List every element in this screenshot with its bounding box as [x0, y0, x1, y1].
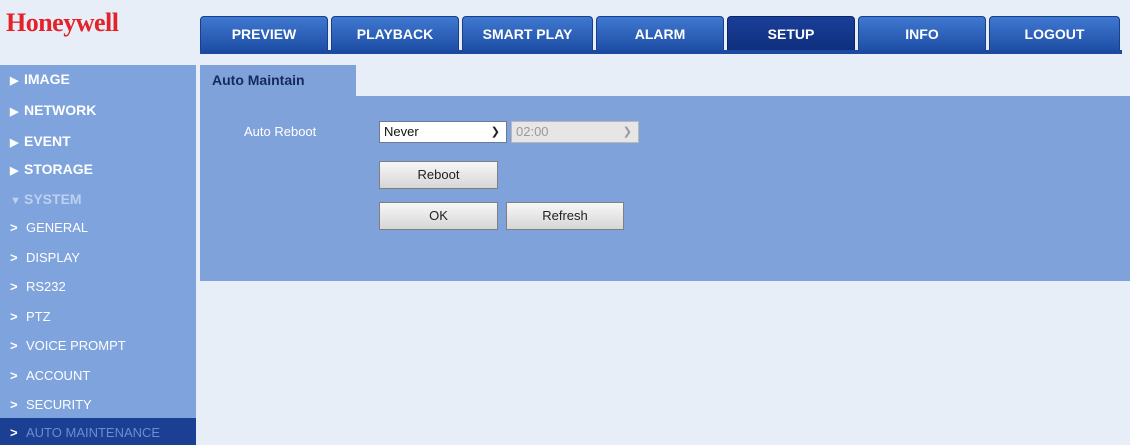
- sidebar-subitem-label: AUTO MAINTENANCE: [26, 425, 161, 440]
- sidebar-subitem-general[interactable]: > GENERAL: [10, 213, 88, 242]
- triangle-right-icon: ▶: [10, 75, 19, 87]
- sidebar-item-storage[interactable]: ▶ STORAGE: [10, 155, 93, 183]
- sidebar-item-image[interactable]: ▶ IMAGE: [10, 65, 70, 93]
- chevron-down-icon: ❯: [490, 126, 500, 138]
- tab-smart-play[interactable]: SMART PLAY: [462, 16, 593, 50]
- tab-alarm[interactable]: ALARM: [596, 16, 724, 50]
- sidebar-subitem-label: SECURITY: [26, 397, 92, 412]
- sidebar-item-label: EVENT: [24, 133, 71, 149]
- time-value: 02:00: [516, 124, 549, 139]
- sidebar-subitem-ptz[interactable]: > PTZ: [10, 302, 51, 331]
- sidebar-subitem-voice-prompt[interactable]: > VOICE PROMPT: [10, 331, 126, 360]
- chevron-right-icon: >: [10, 425, 18, 440]
- sidebar-item-network[interactable]: ▶ NETWORK: [10, 96, 96, 124]
- chevron-right-icon: >: [10, 220, 18, 235]
- triangle-down-icon: ▼: [10, 195, 21, 207]
- chevron-right-icon: >: [10, 368, 18, 383]
- top-bar: Honeywell PREVIEW PLAYBACK SMART PLAY AL…: [0, 0, 1130, 54]
- chevron-down-icon: ❯: [622, 126, 632, 138]
- sidebar-subitem-label: RS232: [26, 279, 66, 294]
- sidebar-item-label: NETWORK: [24, 102, 97, 118]
- auto-maintain-panel: Auto Reboot Never ❯ 02:00 ❯ Reboot OK Re…: [200, 96, 1130, 281]
- tab-logout[interactable]: LOGOUT: [989, 16, 1120, 50]
- sidebar-subitem-security[interactable]: > SECURITY: [10, 390, 92, 419]
- triangle-right-icon: ▶: [10, 137, 19, 149]
- tab-playback[interactable]: PLAYBACK: [331, 16, 459, 50]
- reboot-button[interactable]: Reboot: [379, 161, 498, 189]
- sidebar-item-label: SYSTEM: [24, 191, 82, 207]
- auto-reboot-frequency-select[interactable]: Never ❯: [379, 121, 507, 143]
- sidebar-subitem-account[interactable]: > ACCOUNT: [10, 361, 90, 390]
- ok-button[interactable]: OK: [379, 202, 498, 230]
- chevron-right-icon: >: [10, 397, 18, 412]
- chevron-right-icon: >: [10, 309, 18, 324]
- sidebar: ▶ IMAGE ▶ NETWORK ▶ EVENT ▶ STORAGE ▼ SYSTEM …: [0, 65, 196, 445]
- nav-underline: [200, 50, 1122, 54]
- sidebar-item-system[interactable]: ▼ SYSTEM: [10, 185, 82, 213]
- sidebar-subitem-label: PTZ: [26, 309, 51, 324]
- sidebar-subitem-label: ACCOUNT: [26, 368, 91, 383]
- refresh-button[interactable]: Refresh: [506, 202, 624, 230]
- tab-setup[interactable]: SETUP: [727, 16, 855, 50]
- chevron-right-icon: >: [10, 279, 18, 294]
- sidebar-subitem-label: VOICE PROMPT: [26, 338, 126, 353]
- tab-auto-maintain[interactable]: Auto Maintain: [200, 65, 356, 96]
- triangle-right-icon: ▶: [10, 165, 19, 177]
- sidebar-item-event[interactable]: ▶ EVENT: [10, 127, 71, 155]
- sidebar-subitem-display[interactable]: > DISPLAY: [10, 243, 80, 272]
- auto-reboot-label: Auto Reboot: [244, 124, 317, 139]
- auto-reboot-time-select: 02:00 ❯: [511, 121, 639, 143]
- frequency-value: Never: [384, 124, 419, 139]
- sidebar-subitem-label: DISPLAY: [26, 250, 80, 265]
- triangle-right-icon: ▶: [10, 106, 19, 118]
- sidebar-subitem-auto-maintenance[interactable]: > AUTO MAINTENANCE: [0, 418, 196, 445]
- sidebar-item-label: STORAGE: [24, 161, 93, 177]
- sidebar-item-label: IMAGE: [24, 71, 70, 87]
- sidebar-subitem-label: GENERAL: [26, 220, 89, 235]
- tab-preview[interactable]: PREVIEW: [200, 16, 328, 50]
- chevron-right-icon: >: [10, 250, 18, 265]
- honeywell-logo: Honeywell: [6, 8, 119, 37]
- chevron-right-icon: >: [10, 338, 18, 353]
- tab-info[interactable]: INFO: [858, 16, 986, 50]
- sidebar-subitem-rs232[interactable]: > RS232: [10, 272, 66, 301]
